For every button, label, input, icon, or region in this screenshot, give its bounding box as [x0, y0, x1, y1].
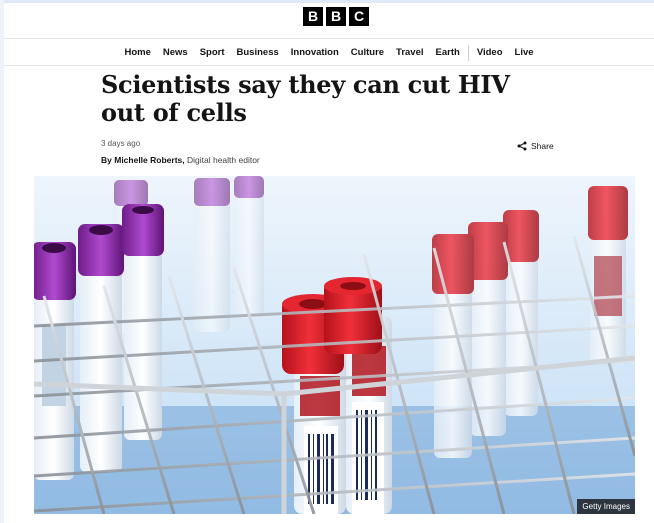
- nav-item-innovation[interactable]: Innovation: [285, 40, 345, 66]
- browser-frame-left: [0, 0, 4, 523]
- nav-item-news[interactable]: News: [157, 40, 194, 66]
- bbc-logo[interactable]: B B C: [303, 7, 369, 26]
- article-byline: By Michelle Roberts, Digital health edit…: [101, 155, 260, 165]
- nav-divider: [467, 44, 469, 61]
- byline-role: Digital health editor: [184, 155, 260, 165]
- nav-item-travel[interactable]: Travel: [390, 40, 429, 66]
- bbc-logo-letter: B: [303, 7, 323, 26]
- image-credit: Getty Images: [577, 499, 635, 514]
- nav-item-home[interactable]: Home: [118, 40, 156, 66]
- share-icon: [517, 141, 527, 151]
- article-timestamp: 3 days ago: [101, 139, 141, 148]
- masthead: B B C: [4, 3, 654, 39]
- byline-prefix: By: [101, 155, 115, 165]
- nav-item-culture[interactable]: Culture: [345, 40, 390, 66]
- nav-item-earth[interactable]: Earth: [430, 40, 466, 66]
- article-headline: Scientists say they can cut HIV out of c…: [101, 70, 510, 127]
- bbc-logo-letter: B: [326, 7, 346, 26]
- blood-sample-tubes-photo: [34, 176, 635, 514]
- byline-author[interactable]: Michelle Roberts,: [114, 155, 184, 165]
- nav-item-sport[interactable]: Sport: [194, 40, 231, 66]
- share-button[interactable]: Share: [517, 141, 554, 151]
- nav-item-live[interactable]: Live: [509, 40, 540, 66]
- nav-item-video[interactable]: Video: [471, 40, 509, 66]
- nav-item-business[interactable]: Business: [231, 40, 285, 66]
- main-nav: Home News Sport Business Innovation Cult…: [4, 40, 654, 66]
- hero-image: Getty Images: [34, 176, 635, 514]
- share-label: Share: [531, 141, 554, 151]
- bbc-logo-letter: C: [349, 7, 369, 26]
